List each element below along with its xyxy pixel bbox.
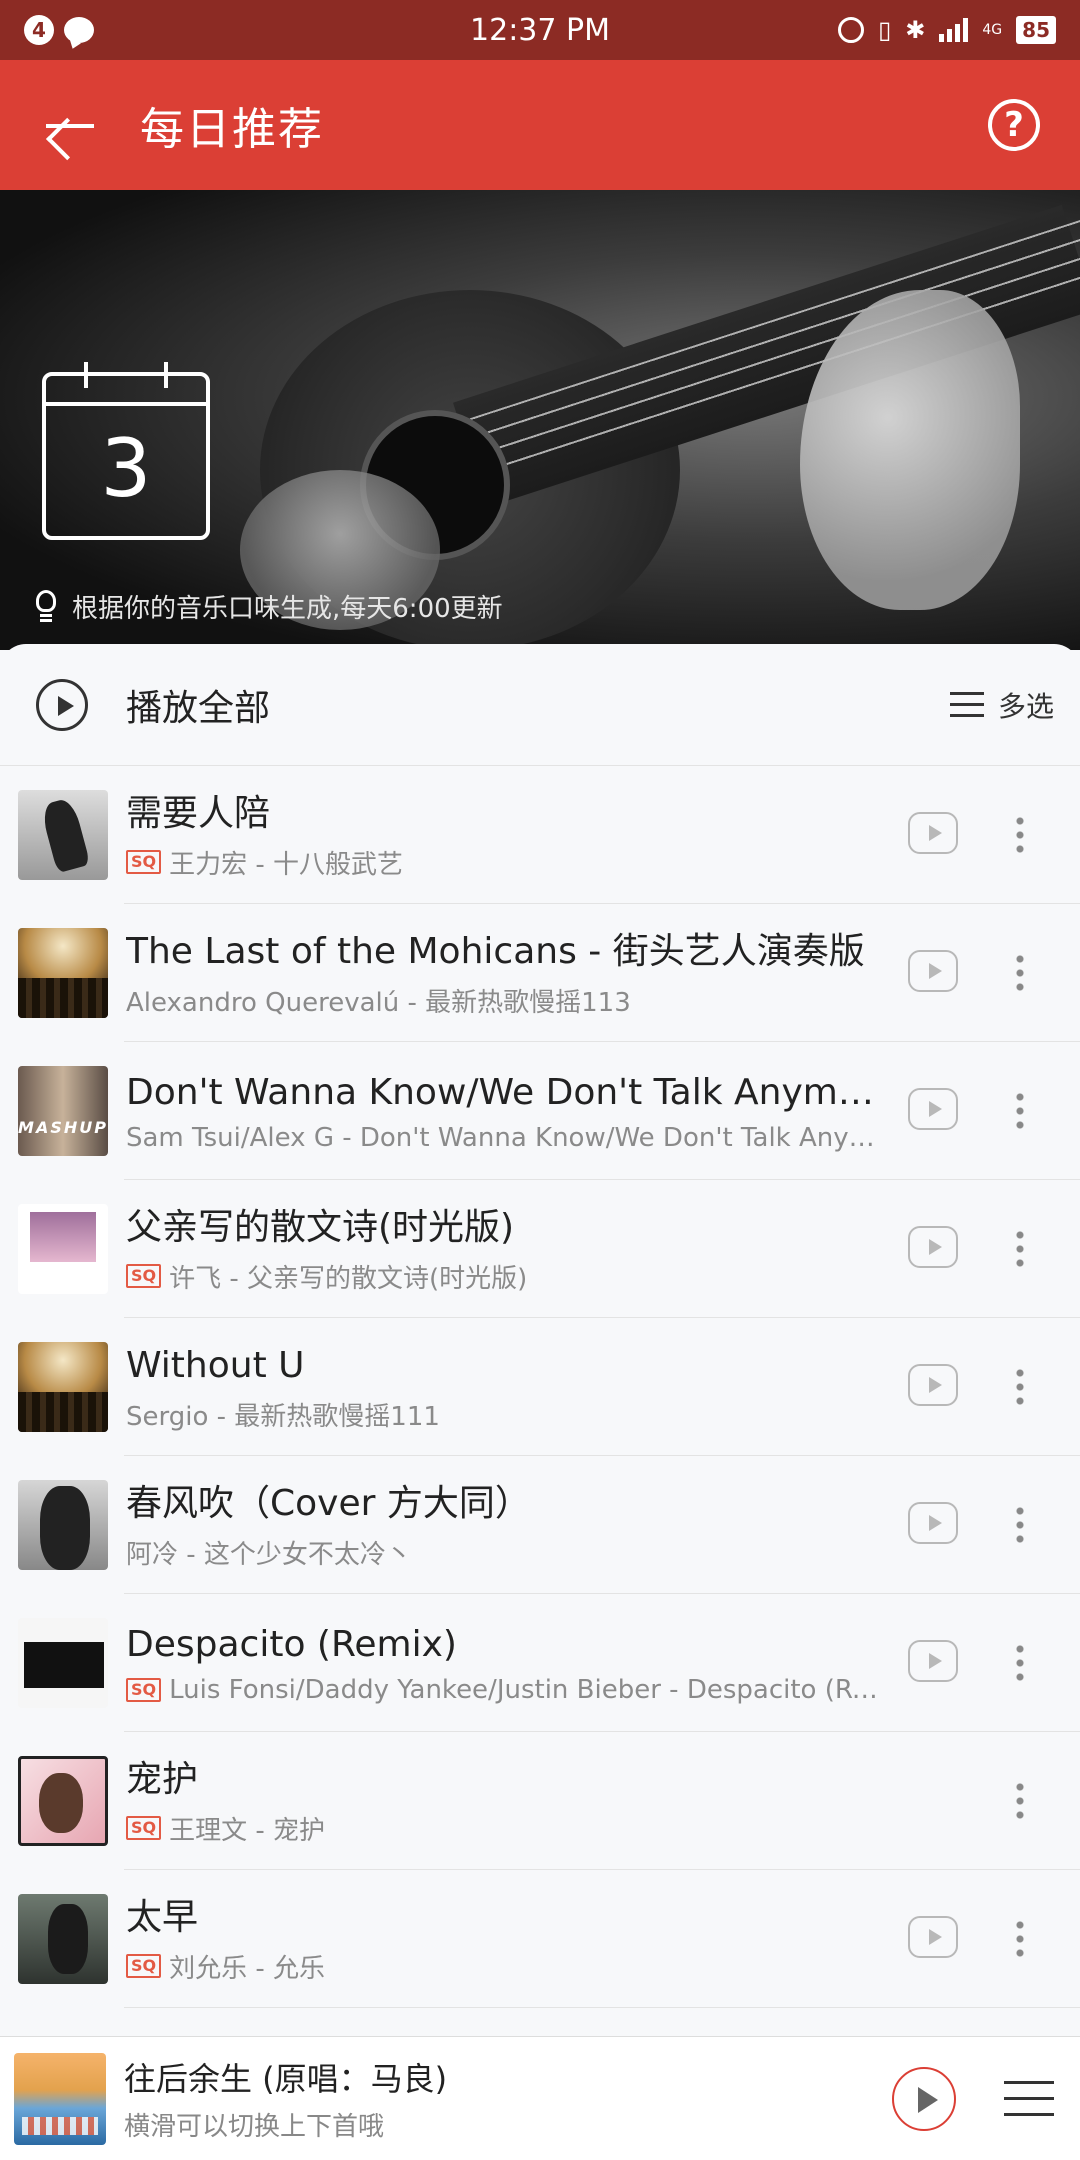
- notification-count-badge: 4: [24, 15, 54, 45]
- more-options-icon[interactable]: [1014, 1642, 1026, 1682]
- calendar-day: 3: [100, 422, 152, 515]
- song-row[interactable]: 父亲写的散文诗(时光版) SQ 许飞 - 父亲写的散文诗(时光版): [0, 1180, 1080, 1318]
- hero-banner: 3 根据你的音乐口味生成,每天6:00更新: [0, 190, 1080, 650]
- more-options-icon[interactable]: [1014, 1780, 1026, 1820]
- multi-select-button[interactable]: 多选: [949, 685, 1054, 725]
- back-arrow-icon[interactable]: [40, 97, 96, 153]
- song-title: 太早: [126, 1896, 199, 1938]
- song-subtitle: Sam Tsui/Alex G - Don't Wanna Know/We Do…: [126, 1123, 886, 1153]
- play-pause-icon[interactable]: [892, 2066, 956, 2131]
- song-subtitle: 许飞 - 父亲写的散文诗(时光版): [169, 1263, 528, 1294]
- song-title: 春风吹（Cover 方大同）: [126, 1482, 531, 1524]
- alarm-icon: [838, 17, 865, 43]
- sq-badge: SQ: [126, 1816, 162, 1840]
- calendar-icon: 3: [42, 362, 210, 540]
- app-bar: 每日推荐 ?: [0, 60, 1080, 190]
- help-icon[interactable]: ?: [988, 99, 1040, 151]
- more-options-icon[interactable]: [1014, 814, 1026, 854]
- hero-note-text: 根据你的音乐口味生成,每天6:00更新: [72, 594, 503, 624]
- song-subtitle: 王力宏 - 十八般武艺: [169, 849, 404, 880]
- more-options-icon[interactable]: [1014, 952, 1026, 992]
- album-cover: [18, 1894, 108, 1984]
- album-cover: [18, 1756, 108, 1846]
- song-title: 父亲写的散文诗(时光版): [126, 1206, 515, 1248]
- lightbulb-icon: [34, 589, 58, 624]
- song-row[interactable]: Without U Sergio - 最新热歌慢摇111: [0, 1318, 1080, 1456]
- song-title: 需要人陪: [126, 792, 271, 834]
- song-row[interactable]: The Last of the Mohicans - 街头艺人演奏版 Alexa…: [0, 904, 1080, 1042]
- message-icon: [64, 17, 94, 43]
- song-row[interactable]: 宠护 SQ 王理文 - 宠护: [0, 1732, 1080, 1870]
- sq-badge: SQ: [126, 1264, 162, 1288]
- album-cover: [18, 1204, 108, 1294]
- song-row[interactable]: 需要人陪 SQ 王力宏 - 十八般武艺: [0, 766, 1080, 904]
- song-subtitle: 刘允乐 - 允乐: [169, 1953, 326, 1984]
- album-cover: [18, 1342, 108, 1432]
- album-cover: [18, 790, 108, 880]
- more-options-icon[interactable]: [1014, 1504, 1026, 1544]
- sq-badge: SQ: [126, 850, 162, 874]
- sq-badge: SQ: [126, 1954, 162, 1978]
- signal-icon: [939, 18, 969, 42]
- video-play-icon[interactable]: [908, 1364, 958, 1406]
- song-subtitle: Luis Fonsi/Daddy Yankee/Justin Bieber - …: [169, 1675, 886, 1705]
- song-title: 宠护: [126, 1758, 199, 1800]
- song-row[interactable]: 太早 SQ 刘允乐 - 允乐: [0, 1870, 1080, 2008]
- more-options-icon[interactable]: [1014, 1228, 1026, 1268]
- video-play-icon[interactable]: [908, 950, 958, 992]
- hero-note: 根据你的音乐口味生成,每天6:00更新: [34, 588, 503, 625]
- video-play-icon[interactable]: [908, 1502, 958, 1544]
- page-title: 每日推荐: [140, 104, 324, 155]
- video-play-icon[interactable]: [908, 1916, 958, 1958]
- play-all-label[interactable]: 播放全部: [126, 679, 950, 731]
- song-subtitle: 王理文 - 宠护: [169, 1815, 326, 1846]
- video-play-icon[interactable]: [908, 1088, 958, 1130]
- status-bar: 4 12:37 PM ▯ ✱ 4G 85: [0, 0, 1080, 60]
- play-all-icon[interactable]: [36, 678, 88, 731]
- now-playing-cover[interactable]: [14, 2052, 106, 2145]
- song-row[interactable]: Despacito (Remix) SQ Luis Fonsi/Daddy Yan…: [0, 1594, 1080, 1732]
- now-playing-title: 往后余生 (原唱：马良): [124, 2060, 448, 2098]
- album-cover: [18, 928, 108, 1018]
- album-cover: [18, 1618, 108, 1708]
- multi-select-label: 多选: [997, 689, 1054, 723]
- album-cover: [18, 1066, 108, 1156]
- song-subtitle: Sergio - 最新热歌慢摇111: [126, 1401, 440, 1432]
- more-options-icon[interactable]: [1014, 1918, 1026, 1958]
- song-title: Don't Wanna Know/We Don't Talk Anymore: [126, 1072, 886, 1113]
- song-subtitle: 阿冷 - 这个少女不太冷丶: [126, 1539, 412, 1570]
- song-subtitle: Alexandro Querevalú - 最新热歌慢摇113: [126, 987, 631, 1018]
- song-title: Without U: [126, 1344, 305, 1386]
- status-time: 12:37 PM: [470, 12, 610, 48]
- album-cover: [18, 1480, 108, 1570]
- battery-level: 85: [1016, 16, 1056, 44]
- video-play-icon[interactable]: [908, 1226, 958, 1268]
- list-icon: [949, 691, 984, 718]
- sq-badge: SQ: [126, 1678, 162, 1702]
- song-title: Despacito (Remix): [126, 1624, 457, 1665]
- video-play-icon[interactable]: [908, 1640, 958, 1682]
- more-options-icon[interactable]: [1014, 1090, 1026, 1130]
- mini-player[interactable]: 往后余生 (原唱：马良) 横滑可以切换上下首哦: [0, 2036, 1080, 2160]
- bluetooth-icon: ✱: [905, 16, 926, 44]
- more-options-icon[interactable]: [1014, 1366, 1026, 1406]
- song-row[interactable]: 春风吹（Cover 方大同） 阿冷 - 这个少女不太冷丶: [0, 1456, 1080, 1594]
- play-all-row[interactable]: 播放全部 多选: [0, 644, 1080, 766]
- network-type: 4G: [982, 22, 1003, 38]
- vibrate-icon: ▯: [878, 16, 892, 44]
- song-list-panel: 播放全部 多选 需要人陪 SQ 王力宏 - 十八般武艺 The Last of t…: [0, 644, 1080, 2036]
- playlist-queue-icon[interactable]: [1004, 2080, 1054, 2117]
- song-row[interactable]: Don't Wanna Know/We Don't Talk Anymore S…: [0, 1042, 1080, 1180]
- song-title: The Last of the Mohicans - 街头艺人演奏版: [126, 930, 865, 972]
- video-play-icon[interactable]: [908, 812, 958, 854]
- now-playing-hint: 横滑可以切换上下首哦: [124, 2112, 385, 2142]
